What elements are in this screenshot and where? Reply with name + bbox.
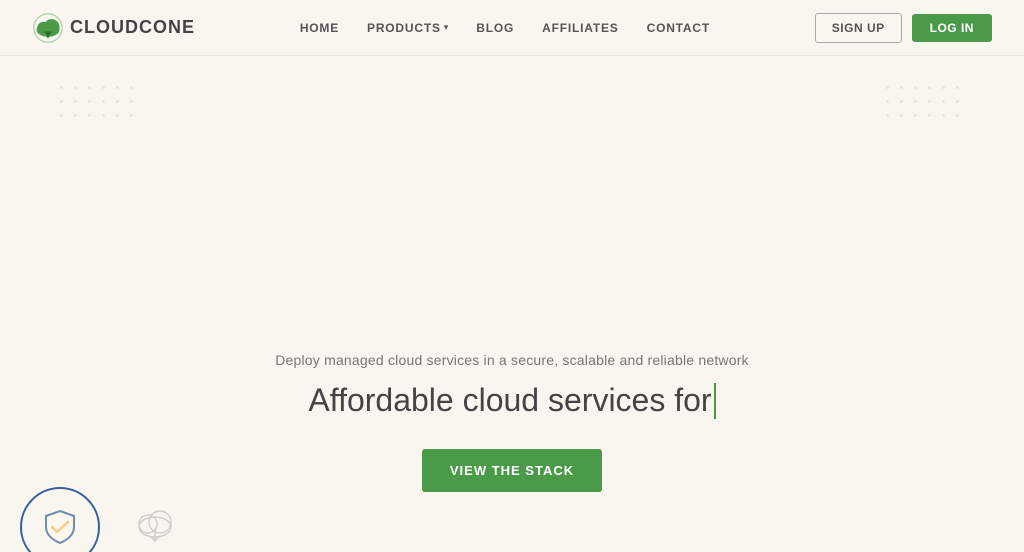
view-stack-button[interactable]: VIEW THE STACK <box>422 449 602 492</box>
nav-item-contact[interactable]: CONTACT <box>647 19 710 37</box>
nav-item-home[interactable]: HOME <box>300 19 339 37</box>
login-button[interactable]: LOG IN <box>912 14 992 42</box>
hero-title: Affordable cloud services for <box>308 382 715 419</box>
signup-button[interactable]: SIGN UP <box>815 13 902 43</box>
decorative-dots <box>0 86 1024 122</box>
products-dropdown-icon: ▾ <box>444 22 449 33</box>
hero-section: Deploy managed cloud services in a secur… <box>0 56 1024 552</box>
nav-buttons: SIGN UP LOG IN <box>815 13 992 43</box>
hero-subtitle: Deploy managed cloud services in a secur… <box>275 352 749 368</box>
logo-icon <box>32 12 64 44</box>
nav-link-home[interactable]: HOME <box>300 21 339 35</box>
logo-text: CLOUDCONE <box>70 17 195 38</box>
typing-cursor <box>714 383 716 419</box>
shield-circle-icon <box>20 487 100 552</box>
nav-item-affiliates[interactable]: AFFILIATES <box>542 19 618 37</box>
shield-icon <box>38 505 82 549</box>
logo[interactable]: CLOUDCONE <box>32 12 195 44</box>
nav-item-blog[interactable]: BLOG <box>476 19 514 37</box>
cloud-upload-icon <box>130 502 180 542</box>
nav-link-products[interactable]: PRODUCTS <box>367 21 441 35</box>
decorative-icons <box>0 472 180 552</box>
navbar: CLOUDCONE HOME PRODUCTS ▾ BLOG AFFILIATE… <box>0 0 1024 56</box>
hero-title-text: Affordable cloud services for <box>308 382 711 419</box>
nav-links: HOME PRODUCTS ▾ BLOG AFFILIATES CONTACT <box>300 19 710 37</box>
nav-link-contact[interactable]: CONTACT <box>647 21 710 35</box>
nav-item-products[interactable]: PRODUCTS ▾ <box>367 21 448 35</box>
cloud-icon <box>130 502 180 542</box>
nav-link-blog[interactable]: BLOG <box>476 21 514 35</box>
nav-link-affiliates[interactable]: AFFILIATES <box>542 21 618 35</box>
